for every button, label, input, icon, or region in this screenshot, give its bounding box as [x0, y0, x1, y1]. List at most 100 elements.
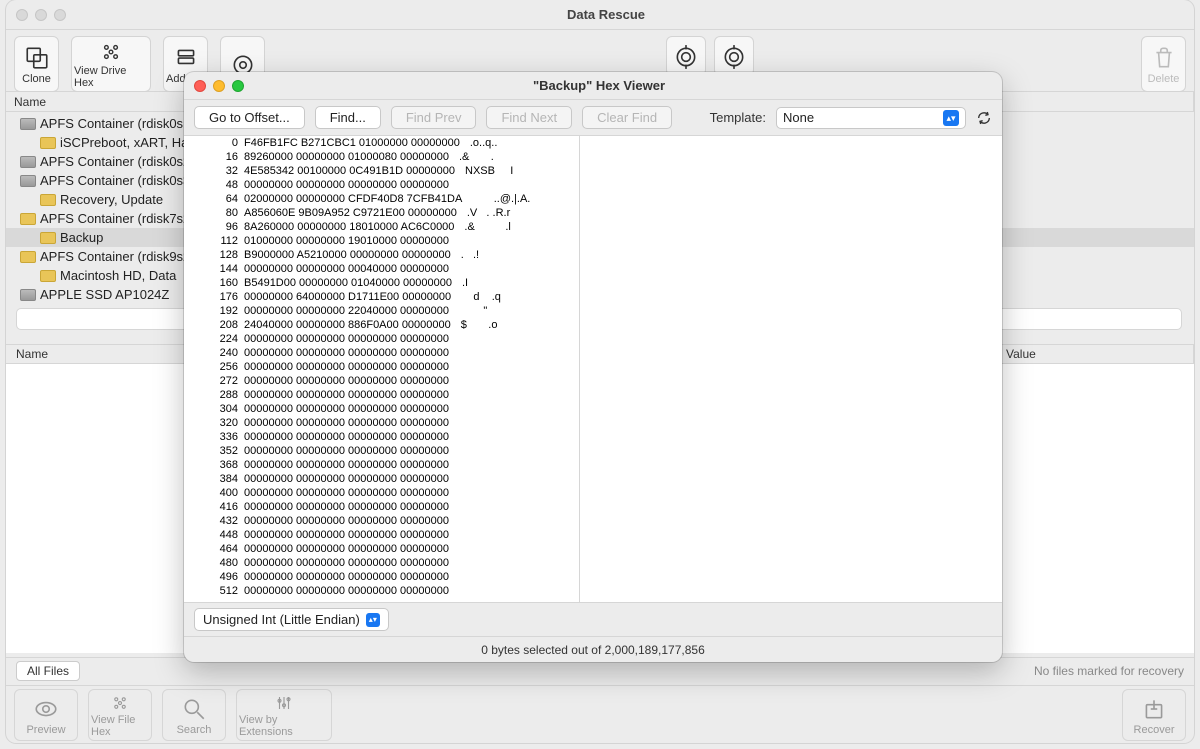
hex-row[interactable]: 1689260000 00000000 01000080 00000000.& … [184, 150, 579, 164]
hex-row[interactable]: 11201000000 00000000 19010000 00000000 [184, 234, 579, 248]
hex-offset: 64 [190, 192, 244, 206]
hex-row[interactable]: 19200000000 00000000 22040000 00000000 " [184, 304, 579, 318]
view-by-extensions-button[interactable]: View by Extensions [236, 689, 332, 741]
hex-offset: 480 [190, 556, 244, 570]
refresh-icon[interactable] [976, 110, 992, 126]
hex-offset: 496 [190, 570, 244, 584]
hex-row[interactable]: 14400000000 00000000 00040000 00000000 [184, 262, 579, 276]
hex-bytes: 00000000 00000000 00000000 00000000 [244, 556, 449, 570]
minimize-icon[interactable] [213, 80, 225, 92]
zoom-icon[interactable] [232, 80, 244, 92]
hex-ascii [449, 360, 459, 374]
hex-bytes: 8A260000 00000000 18010000 AC6C0000 [244, 220, 454, 234]
hex-icon [98, 41, 124, 63]
hex-row[interactable]: 41600000000 00000000 00000000 00000000 [184, 500, 579, 514]
hex-row[interactable]: 22400000000 00000000 00000000 00000000 [184, 332, 579, 346]
hex-offset: 192 [190, 304, 244, 318]
tree-row-label: APFS Container (rdisk7s2) [40, 211, 195, 226]
view-drive-hex-button[interactable]: View Drive Hex [71, 36, 151, 92]
hex-row[interactable]: 25600000000 00000000 00000000 00000000 [184, 360, 579, 374]
hex-row[interactable]: 17600000000 64000000 D1711E00 00000000 d… [184, 290, 579, 304]
clone-button[interactable]: Clone [14, 36, 59, 92]
hex-row[interactable]: 35200000000 00000000 00000000 00000000 [184, 444, 579, 458]
hex-dump[interactable]: 0F46FB1FC B271CBC1 01000000 00000000.o..… [184, 136, 580, 602]
hex-row[interactable]: 44800000000 00000000 00000000 00000000 [184, 528, 579, 542]
template-select[interactable]: None ▴▾ [776, 107, 966, 129]
hex-row[interactable]: 48000000000 00000000 00000000 00000000 [184, 556, 579, 570]
hex-row[interactable]: 6402000000 00000000 CFDF40D8 7CFB41DA ..… [184, 192, 579, 206]
hex-row[interactable]: 20824040000 00000000 886F0A00 00000000$ … [184, 318, 579, 332]
hex-row[interactable]: 27200000000 00000000 00000000 00000000 [184, 374, 579, 388]
hex-row[interactable]: 80A856060E 9B09A952 C9721E00 00000000.V … [184, 206, 579, 220]
target-button-1[interactable] [666, 36, 706, 76]
hex-offset: 96 [190, 220, 244, 234]
find-prev-button[interactable]: Find Prev [391, 106, 477, 129]
hex-row[interactable]: 24000000000 00000000 00000000 00000000 [184, 346, 579, 360]
hex-row[interactable]: 0F46FB1FC B271CBC1 01000000 00000000.o..… [184, 136, 579, 150]
results-value-header[interactable]: Value [996, 345, 1194, 363]
app-title: Data Rescue [78, 7, 1134, 22]
hex-offset: 176 [190, 290, 244, 304]
format-select[interactable]: Unsigned Int (Little Endian) ▴▾ [194, 608, 389, 631]
hex-row[interactable]: 38400000000 00000000 00000000 00000000 [184, 472, 579, 486]
view-file-hex-button[interactable]: View File Hex [88, 689, 152, 741]
traffic-lights [16, 9, 66, 21]
close-icon[interactable] [16, 9, 28, 21]
hex-row[interactable]: 968A260000 00000000 18010000 AC6C0000.& … [184, 220, 579, 234]
delete-button[interactable]: Delete [1141, 36, 1186, 92]
target-button-2[interactable] [714, 36, 754, 76]
hex-row[interactable]: 30400000000 00000000 00000000 00000000 [184, 402, 579, 416]
hex-bytes: 00000000 00000000 00000000 00000000 [244, 346, 449, 360]
hex-traffic-lights [194, 80, 244, 92]
find-next-button[interactable]: Find Next [486, 106, 572, 129]
drive-icon [20, 118, 36, 130]
hex-offset: 80 [190, 206, 244, 220]
hex-offset: 400 [190, 486, 244, 500]
find-button[interactable]: Find... [315, 106, 381, 129]
hex-row[interactable]: 33600000000 00000000 00000000 00000000 [184, 430, 579, 444]
hex-row[interactable]: 43200000000 00000000 00000000 00000000 [184, 514, 579, 528]
virtual-raid-icon [173, 45, 199, 71]
hex-ascii [449, 458, 459, 472]
hex-row[interactable]: 324E585342 00100000 0C491B1D 00000000NXS… [184, 164, 579, 178]
hex-ascii [449, 374, 459, 388]
close-icon[interactable] [194, 80, 206, 92]
recover-button[interactable]: Recover [1122, 689, 1186, 741]
hex-offset: 384 [190, 472, 244, 486]
folder-icon [40, 194, 56, 206]
hex-viewer-window: "Backup" Hex Viewer Go to Offset... Find… [184, 72, 1002, 662]
all-files-button[interactable]: All Files [16, 661, 80, 681]
hex-bytes: 00000000 00000000 00000000 00000000 [244, 514, 449, 528]
clear-find-button[interactable]: Clear Find [582, 106, 672, 129]
hex-ascii: .V . .R.r [457, 206, 510, 220]
preview-button[interactable]: Preview [14, 689, 78, 741]
minimize-icon[interactable] [35, 9, 47, 21]
hex-row[interactable]: 28800000000 00000000 00000000 00000000 [184, 388, 579, 402]
hex-row[interactable]: 4800000000 00000000 00000000 00000000 [184, 178, 579, 192]
hex-ascii [449, 584, 459, 598]
hex-row[interactable]: 51200000000 00000000 00000000 00000000 [184, 584, 579, 598]
hex-row[interactable]: 49600000000 00000000 00000000 00000000 [184, 570, 579, 584]
hex-row[interactable]: 36800000000 00000000 00000000 00000000 [184, 458, 579, 472]
hex-offset: 320 [190, 416, 244, 430]
hex-bytes: 00000000 00000000 00000000 00000000 [244, 416, 449, 430]
hex-row[interactable]: 46400000000 00000000 00000000 00000000 [184, 542, 579, 556]
zoom-icon[interactable] [54, 9, 66, 21]
no-files-marked-label: No files marked for recovery [1034, 664, 1184, 678]
hex-offset: 288 [190, 388, 244, 402]
hex-row[interactable]: 128B9000000 A5210000 00000000 00000000. … [184, 248, 579, 262]
tree-row-label: APFS Container (rdisk0s1) [40, 116, 195, 131]
delete-label: Delete [1148, 73, 1180, 85]
template-value: None [783, 110, 814, 125]
hex-row[interactable]: 32000000000 00000000 00000000 00000000 [184, 416, 579, 430]
hex-bytes: A856060E 9B09A952 C9721E00 00000000 [244, 206, 457, 220]
search-button[interactable]: Search [162, 689, 226, 741]
hex-template-panel [580, 136, 1002, 602]
goto-offset-button[interactable]: Go to Offset... [194, 106, 305, 129]
tree-row-label: Macintosh HD, Data [60, 268, 176, 283]
hex-ascii [449, 570, 459, 584]
hex-row[interactable]: 160B5491D00 00000000 01040000 00000000.I [184, 276, 579, 290]
hex-row[interactable]: 40000000000 00000000 00000000 00000000 [184, 486, 579, 500]
clone-icon [24, 45, 50, 71]
hex-ascii [449, 542, 459, 556]
